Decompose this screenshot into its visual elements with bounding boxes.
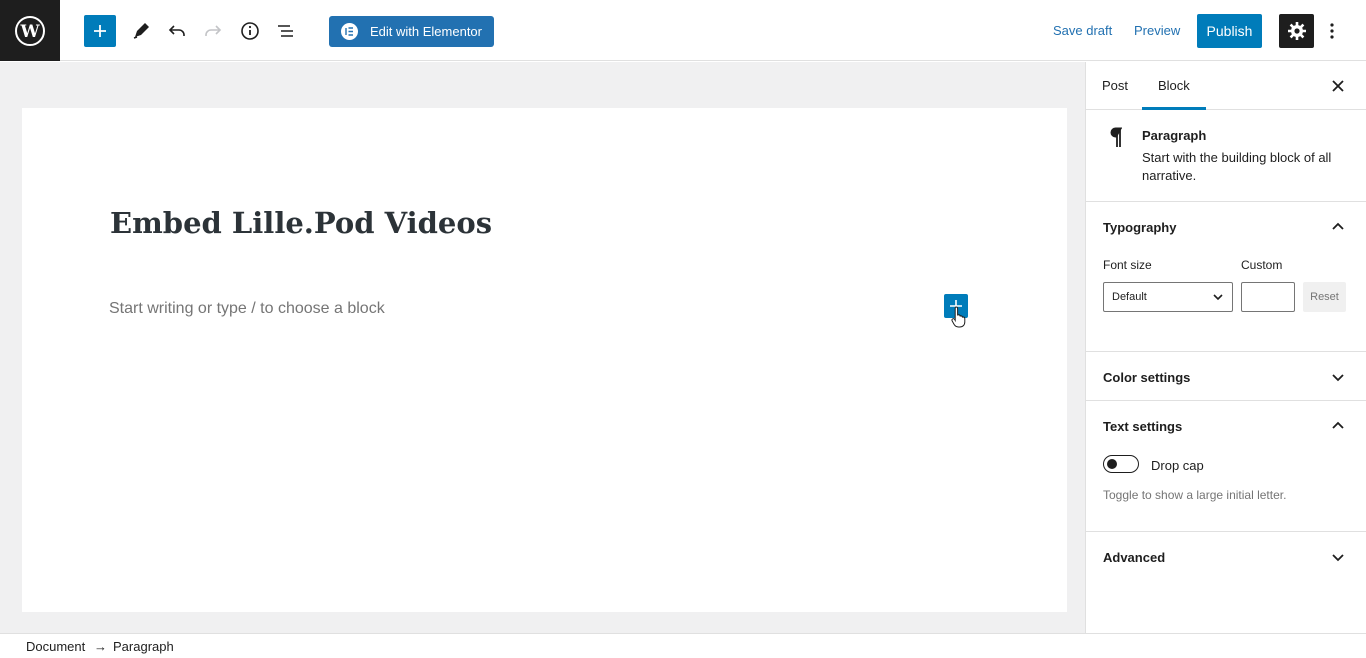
elementor-icon (341, 23, 358, 40)
list-view-icon (278, 25, 293, 37)
drop-cap-toggle[interactable] (1103, 455, 1139, 473)
chevron-down-icon[interactable] (1330, 369, 1346, 385)
chevron-down-icon[interactable] (1330, 549, 1346, 565)
preview-button[interactable]: Preview (1134, 23, 1180, 38)
breadcrumb-separator: → (94, 639, 107, 654)
list-view-button[interactable] (270, 15, 302, 47)
settings-button[interactable] (1279, 14, 1314, 48)
color-settings-toggle[interactable]: Color settings (1103, 370, 1190, 385)
font-size-value: Default (1112, 291, 1147, 303)
wordpress-logo-button[interactable]: W (0, 0, 60, 61)
add-block-button[interactable] (84, 15, 116, 47)
block-card: Paragraph Start with the building block … (1086, 110, 1366, 202)
more-options-button[interactable] (1322, 14, 1342, 48)
font-size-select[interactable]: Default (1103, 282, 1233, 312)
svg-text:W: W (19, 22, 40, 42)
redo-button[interactable] (197, 15, 229, 47)
undo-icon (168, 25, 185, 36)
tools-button[interactable] (125, 15, 157, 47)
drop-cap-help: Toggle to show a large initial letter. (1103, 488, 1287, 502)
info-icon (241, 22, 259, 40)
hand-cursor-icon (951, 306, 966, 328)
close-icon (1332, 80, 1344, 92)
paragraph-placeholder[interactable]: Start writing or type / to choose a bloc… (109, 300, 385, 318)
more-vertical-icon (1330, 23, 1334, 39)
drop-cap-label: Drop cap (1151, 458, 1204, 473)
chevron-up-icon[interactable] (1330, 418, 1346, 434)
editor-top-toolbar: W Edit with Elementor Save draft Preview… (0, 0, 1366, 61)
gear-icon (1287, 22, 1306, 40)
settings-sidebar: Post Block Paragraph Start with the buil… (1085, 62, 1366, 633)
breadcrumb-paragraph[interactable]: Paragraph (113, 639, 174, 654)
reset-button[interactable]: Reset (1303, 282, 1346, 312)
editor-canvas-area: Embed Lille.Pod Videos Start writing or … (0, 62, 1085, 633)
redo-icon (205, 25, 222, 36)
save-draft-button[interactable]: Save draft (1053, 23, 1112, 38)
block-title: Paragraph (1142, 128, 1207, 143)
font-size-label: Font size (1103, 258, 1152, 272)
typography-panel-toggle[interactable]: Typography (1103, 220, 1176, 235)
block-description: Start with the building block of all nar… (1142, 150, 1332, 183)
wordpress-logo-icon: W (15, 15, 45, 46)
breadcrumb-document[interactable]: Document (26, 639, 85, 654)
publish-button[interactable]: Publish (1197, 14, 1262, 48)
details-button[interactable] (234, 15, 266, 47)
close-sidebar-button[interactable] (1328, 76, 1348, 96)
elementor-label: Edit with Elementor (370, 24, 482, 39)
undo-button[interactable] (161, 15, 193, 47)
plus-icon (94, 25, 106, 37)
sidebar-tabs: Post Block (1086, 62, 1366, 110)
paragraph-icon (1110, 127, 1122, 147)
toggle-knob (1107, 459, 1117, 469)
tab-post[interactable]: Post (1086, 62, 1144, 110)
post-title[interactable]: Embed Lille.Pod Videos (110, 206, 492, 240)
text-settings-toggle[interactable]: Text settings (1103, 419, 1182, 434)
edit-with-elementor-button[interactable]: Edit with Elementor (329, 16, 494, 47)
editor-canvas[interactable]: Embed Lille.Pod Videos Start writing or … (22, 108, 1067, 612)
chevron-down-icon (1213, 294, 1223, 301)
tab-block[interactable]: Block (1142, 62, 1206, 110)
chevron-up-icon[interactable] (1330, 219, 1346, 235)
block-breadcrumb: Document → Paragraph (0, 633, 1366, 658)
advanced-toggle[interactable]: Advanced (1103, 550, 1165, 565)
custom-size-label: Custom (1241, 258, 1283, 272)
pencil-icon (133, 23, 149, 39)
custom-font-size-input[interactable] (1241, 282, 1295, 312)
